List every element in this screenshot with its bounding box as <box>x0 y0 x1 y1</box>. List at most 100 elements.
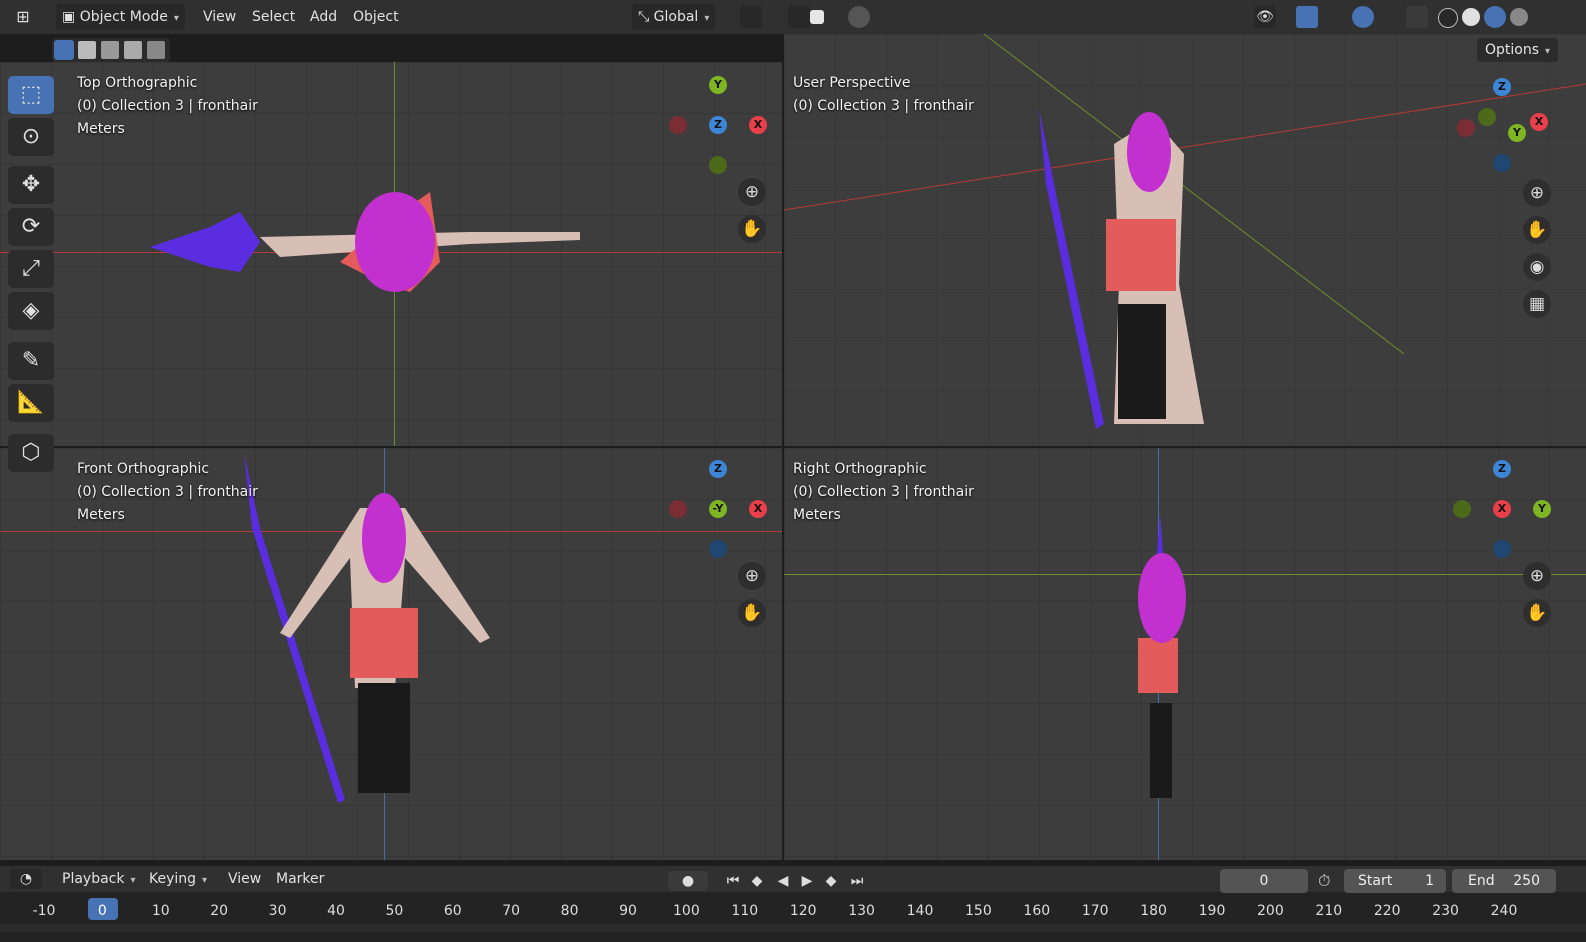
zoom-icon[interactable]: ⊕ <box>738 562 766 590</box>
gizmo-y[interactable]: Y <box>1533 500 1551 518</box>
pan-hand-icon[interactable]: ✋ <box>738 215 766 243</box>
rotate-icon: ⟳ <box>21 214 41 239</box>
timeline-menu-view[interactable]: View <box>222 866 267 892</box>
solid-shading-icon[interactable] <box>1462 8 1480 26</box>
gizmo-z[interactable]: Z <box>709 116 727 134</box>
zoom-icon[interactable]: ⊕ <box>1523 179 1551 207</box>
prev-keyframe-button[interactable]: ◆ <box>746 871 768 891</box>
play-icon: ▶ <box>801 873 813 889</box>
stopwatch-icon[interactable]: ⏱ <box>1318 871 1330 891</box>
gizmo-neg-x[interactable] <box>669 116 687 134</box>
gizmo-x[interactable]: X <box>1493 500 1511 518</box>
tool-add-cube[interactable]: ⬡ <box>8 434 54 472</box>
timeline-menu-marker[interactable]: Marker <box>270 866 330 892</box>
perspective-toggle-icon[interactable]: ▦ <box>1523 290 1551 318</box>
collection-label: (0) Collection 3 | fronthair <box>793 98 974 114</box>
zoom-icon[interactable]: ⊕ <box>1523 562 1551 590</box>
gizmo-neg-z[interactable] <box>709 540 727 558</box>
visibility-icon[interactable]: 👁 <box>1254 6 1276 28</box>
gizmo-neg-y[interactable] <box>1478 108 1496 126</box>
select-extend-icon[interactable] <box>78 41 96 59</box>
select-new-icon[interactable] <box>54 40 74 60</box>
rendered-shading-icon[interactable] <box>1510 8 1528 26</box>
snap-icon[interactable] <box>788 6 810 28</box>
xray-icon[interactable] <box>1406 6 1428 28</box>
viewport-top-orthographic[interactable]: Top Orthographic (0) Collection 3 | fron… <box>0 62 782 446</box>
select-subtract-icon[interactable] <box>101 41 119 59</box>
options-label: Options <box>1485 42 1540 58</box>
collection-label: (0) Collection 3 | fronthair <box>793 484 974 500</box>
current-frame-field[interactable]: 0 <box>1220 869 1308 893</box>
orientation-dropdown[interactable]: ⤡ Global ▾ <box>632 4 716 30</box>
menu-object[interactable]: Object <box>347 4 405 30</box>
viewport-front-orthographic[interactable]: Front Orthographic (0) Collection 3 | fr… <box>0 448 782 860</box>
viewport-right-orthographic[interactable]: Right Orthographic (0) Collection 3 | fr… <box>784 448 1586 860</box>
snap-target-icon[interactable] <box>810 10 824 24</box>
options-dropdown[interactable]: Options ▾ <box>1477 38 1559 62</box>
timeline-editor-icon[interactable]: ◔ <box>10 869 42 889</box>
frame-tick: 180 <box>1140 903 1167 919</box>
wireframe-shading-icon[interactable] <box>1438 8 1458 28</box>
select-mode-buttons[interactable] <box>52 38 170 62</box>
tool-cursor[interactable]: ⊙ <box>8 118 54 156</box>
gizmo-x[interactable]: X <box>749 116 767 134</box>
material-shading-icon[interactable] <box>1484 6 1506 28</box>
editor-type-icon[interactable]: ⊞ <box>12 6 34 28</box>
tool-measure[interactable]: 📐 <box>8 384 54 422</box>
jump-end-button[interactable]: ⏭ <box>846 871 868 891</box>
proportional-edit-icon[interactable] <box>848 6 870 28</box>
record-button[interactable]: ● <box>668 871 708 891</box>
select-intersect-icon[interactable] <box>147 41 165 59</box>
gizmo-neg-z[interactable] <box>1493 540 1511 558</box>
chevron-down-icon: ▾ <box>1545 46 1551 57</box>
menu-select[interactable]: Select <box>246 4 301 30</box>
gizmo-y[interactable]: Y <box>709 76 727 94</box>
mode-label: Object Mode <box>79 9 168 25</box>
gizmo-z[interactable]: Z <box>1493 78 1511 96</box>
timeline-menu-playback[interactable]: Playback ▾ <box>56 866 142 892</box>
tool-move[interactable]: ✥ <box>8 166 54 204</box>
frame-tick: 40 <box>327 903 345 919</box>
mode-dropdown[interactable]: ▣ Object Mode ▾ <box>56 4 185 30</box>
tool-transform[interactable]: ◈ <box>8 292 54 330</box>
timeline-scrollbar[interactable] <box>0 924 1586 932</box>
gizmo-neg-x[interactable] <box>669 500 687 518</box>
overlay-toggle-icon[interactable] <box>1352 6 1374 28</box>
gizmo-neg-y[interactable] <box>1453 500 1471 518</box>
frame-tick: 80 <box>560 903 579 919</box>
pan-hand-icon[interactable]: ✋ <box>1523 599 1551 627</box>
gizmo-neg-z[interactable] <box>1493 154 1511 172</box>
pan-hand-icon[interactable]: ✋ <box>738 599 766 627</box>
start-frame-field[interactable]: Start 1 <box>1344 869 1446 893</box>
character-top-view <box>150 192 580 292</box>
pivot-point-icon[interactable] <box>740 6 762 28</box>
tool-select-box[interactable]: ⬚ <box>8 76 54 114</box>
gizmo-neg-y[interactable] <box>709 156 727 174</box>
tool-rotate[interactable]: ⟳ <box>8 208 54 246</box>
play-button[interactable]: ▶ <box>796 871 818 891</box>
menu-add[interactable]: Add <box>304 4 343 30</box>
gizmo-neg-y[interactable]: -Y <box>709 500 727 518</box>
gizmo-toggle-icon[interactable] <box>1296 6 1318 28</box>
next-keyframe-button[interactable]: ◆ <box>820 871 842 891</box>
frame-tick: 240 <box>1490 903 1518 919</box>
play-reverse-button[interactable]: ◀ <box>772 871 794 891</box>
select-invert-icon[interactable] <box>124 41 142 59</box>
zoom-icon[interactable]: ⊕ <box>738 178 766 206</box>
pan-hand-icon[interactable]: ✋ <box>1523 216 1551 244</box>
tool-annotate[interactable]: ✎ <box>8 342 54 380</box>
gizmo-neg-x[interactable] <box>1457 119 1475 137</box>
menu-view[interactable]: View <box>197 4 242 30</box>
gizmo-x[interactable]: X <box>1530 113 1548 131</box>
camera-icon[interactable]: ◉ <box>1523 253 1551 281</box>
gizmo-z[interactable]: Z <box>1493 460 1511 478</box>
jump-start-button[interactable]: ⏮ <box>722 871 744 891</box>
gizmo-x[interactable]: X <box>749 500 767 518</box>
gizmo-y[interactable]: Y <box>1508 124 1526 142</box>
timeline-menu-keying[interactable]: Keying ▾ <box>143 866 213 892</box>
tool-scale[interactable]: ⤢ <box>8 250 54 288</box>
gizmo-z[interactable]: Z <box>709 460 727 478</box>
viewport-info: Top Orthographic (0) Collection 3 | fron… <box>77 72 258 141</box>
end-frame-field[interactable]: End 250 <box>1452 869 1556 893</box>
viewport-user-perspective[interactable]: User Perspective (0) Collection 3 | fron… <box>784 34 1586 446</box>
